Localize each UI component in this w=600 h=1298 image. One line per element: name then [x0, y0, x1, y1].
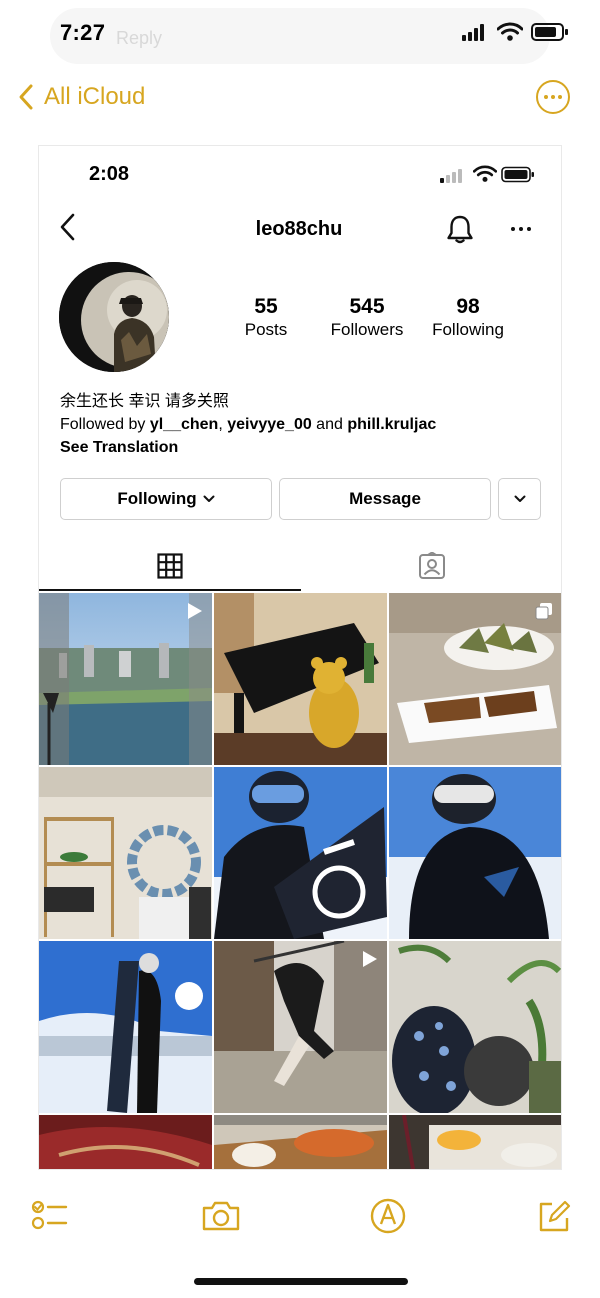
grid-tab[interactable] — [39, 541, 301, 591]
followed-by-prefix: Followed by — [60, 416, 150, 433]
post-ski-jacket[interactable] — [389, 767, 561, 939]
checklist-icon[interactable] — [30, 1196, 70, 1236]
post-snowboard-selfie[interactable] — [214, 767, 387, 939]
and-word: and — [311, 416, 348, 433]
following-count: 98 — [456, 295, 480, 318]
chevron-down-icon — [514, 495, 525, 502]
chevron-down-icon — [203, 495, 215, 502]
markup-pen-icon[interactable] — [368, 1196, 408, 1236]
stat-following[interactable]: 98 Following — [423, 295, 513, 341]
post-food-tray[interactable] — [214, 1115, 387, 1169]
separator: , — [218, 416, 228, 433]
back-label: All iCloud — [44, 83, 146, 110]
post-gym[interactable] — [214, 941, 387, 1113]
compose-icon[interactable] — [534, 1196, 574, 1236]
wifi-icon — [497, 22, 523, 41]
ellipsis-circle-icon[interactable] — [536, 80, 570, 114]
posts-grid — [39, 593, 561, 1169]
followed-by-line[interactable]: Followed by yl__chen, yeivyye_00 and phi… — [60, 413, 436, 436]
mutual-follower-name[interactable]: phill.kruljac — [347, 416, 436, 433]
post-city-view[interactable] — [39, 593, 212, 765]
profile-username: leo88chu — [255, 218, 343, 240]
stat-followers[interactable]: 545 Followers — [322, 295, 412, 341]
post-piano-bear[interactable] — [214, 593, 387, 765]
home-indicator[interactable] — [194, 1278, 408, 1285]
followers-count: 545 — [349, 295, 385, 318]
stat-posts[interactable]: 55 Posts — [234, 295, 298, 341]
reel-icon — [188, 603, 202, 619]
embedded-screenshot: 2:08 leo88chu 55 Posts 545 Followers 98 … — [38, 145, 562, 1170]
bio-text: 余生还长 幸识 请多关照 — [60, 393, 229, 410]
post-restaurant-table[interactable] — [389, 1115, 561, 1169]
reel-icon — [363, 951, 377, 967]
tagged-person-icon — [419, 552, 445, 579]
grid-icon — [157, 553, 183, 579]
ig-back-icon[interactable] — [57, 212, 79, 242]
message-button-label: Message — [349, 489, 421, 508]
all-icloud-back-button[interactable]: All iCloud — [18, 80, 145, 114]
followers-label: Followers — [330, 320, 404, 339]
posts-label: Posts — [244, 320, 288, 339]
inner-battery-icon — [501, 166, 534, 183]
tagged-tab[interactable] — [301, 541, 561, 591]
inner-wifi-icon — [473, 165, 497, 182]
inner-cellular-icon — [440, 169, 462, 183]
suggested-accounts-button[interactable] — [498, 478, 541, 520]
following-label: Following — [432, 320, 504, 339]
avatar[interactable] — [59, 262, 169, 372]
cellular-signal-icon — [462, 24, 484, 41]
bell-icon[interactable] — [444, 213, 476, 245]
post-plants-chairs[interactable] — [389, 941, 561, 1113]
chevron-left-icon — [19, 84, 33, 110]
ghost-reply-text: Reply — [116, 28, 163, 48]
post-shelf-decor[interactable] — [39, 767, 212, 939]
post-car-interior[interactable] — [39, 1115, 212, 1169]
posts-count: 55 — [254, 295, 278, 318]
ig-more-icon[interactable] — [509, 218, 533, 238]
see-translation-link[interactable]: See Translation — [60, 436, 178, 459]
following-button-label: Following — [117, 489, 197, 508]
mutual-follower-name[interactable]: yl__chen — [150, 416, 218, 433]
message-button[interactable]: Message — [279, 478, 491, 520]
status-time: 7:27 — [60, 20, 106, 45]
profile-tabs — [39, 541, 561, 591]
carousel-icon — [535, 603, 552, 620]
post-burton-board[interactable] — [39, 941, 212, 1113]
battery-icon — [531, 23, 568, 41]
post-zongzi[interactable] — [389, 593, 561, 765]
inner-status-time: 2:08 — [89, 163, 130, 185]
active-tab-indicator — [39, 589, 301, 591]
following-button[interactable]: Following — [60, 478, 272, 520]
camera-icon[interactable] — [200, 1196, 242, 1236]
mutual-follower-name[interactable]: yeivyye_00 — [227, 416, 312, 433]
